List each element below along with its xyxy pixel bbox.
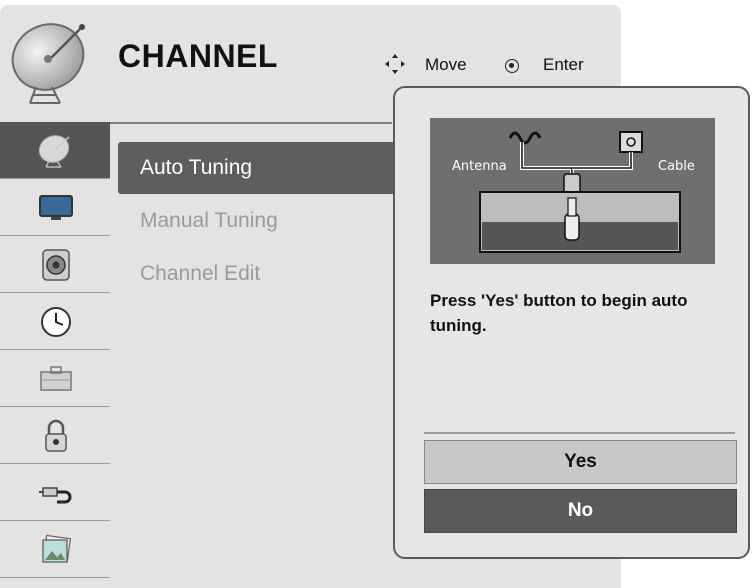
speaker-icon <box>42 249 70 281</box>
antenna-icon <box>508 131 542 145</box>
category-audio[interactable] <box>0 236 110 293</box>
category-channel[interactable] <box>0 122 110 179</box>
clock-icon <box>41 307 71 337</box>
category-option[interactable] <box>0 350 110 407</box>
satellite-dish-icon <box>38 135 70 168</box>
submenu-item-manual-tuning[interactable]: Manual Tuning <box>118 195 394 247</box>
enter-hint-label: Enter <box>543 55 584 74</box>
category-input[interactable] <box>0 464 110 521</box>
move-hint-label: Move <box>425 55 467 74</box>
photo-icon <box>42 534 72 563</box>
padlock-icon <box>45 419 67 452</box>
submenu-item-channel-edit[interactable]: Channel Edit <box>118 248 394 300</box>
wall-socket-icon <box>619 131 643 153</box>
page-title: CHANNEL <box>118 38 278 74</box>
submenu-item-auto-tuning[interactable]: Auto Tuning <box>118 142 394 194</box>
satellite-dish-icon <box>11 23 85 104</box>
category-media[interactable] <box>0 521 110 578</box>
cable-plug-icon <box>39 487 72 504</box>
connection-illustration: Antenna Cable <box>452 131 695 253</box>
category-column <box>0 122 110 588</box>
auto-tuning-dialog: Antenna Cable Press 'Yes' button to begi… <box>393 86 750 559</box>
enter-button-icon <box>505 59 519 73</box>
move-arrows-icon <box>385 54 405 74</box>
yes-button[interactable]: Yes <box>424 440 737 484</box>
toolbox-icon <box>40 366 72 391</box>
no-button[interactable]: No <box>424 489 737 533</box>
category-time[interactable] <box>0 293 110 350</box>
cable-label: Cable <box>658 159 695 174</box>
antenna-label: Antenna <box>452 159 507 174</box>
tv-icon <box>39 195 73 220</box>
dialog-divider <box>424 432 735 434</box>
category-picture[interactable] <box>0 179 110 236</box>
dialog-message: Press 'Yes' button to begin auto tuning. <box>430 291 688 335</box>
category-lock[interactable] <box>0 407 110 464</box>
antenna-connection-diagram: Antenna Cable <box>430 118 715 264</box>
